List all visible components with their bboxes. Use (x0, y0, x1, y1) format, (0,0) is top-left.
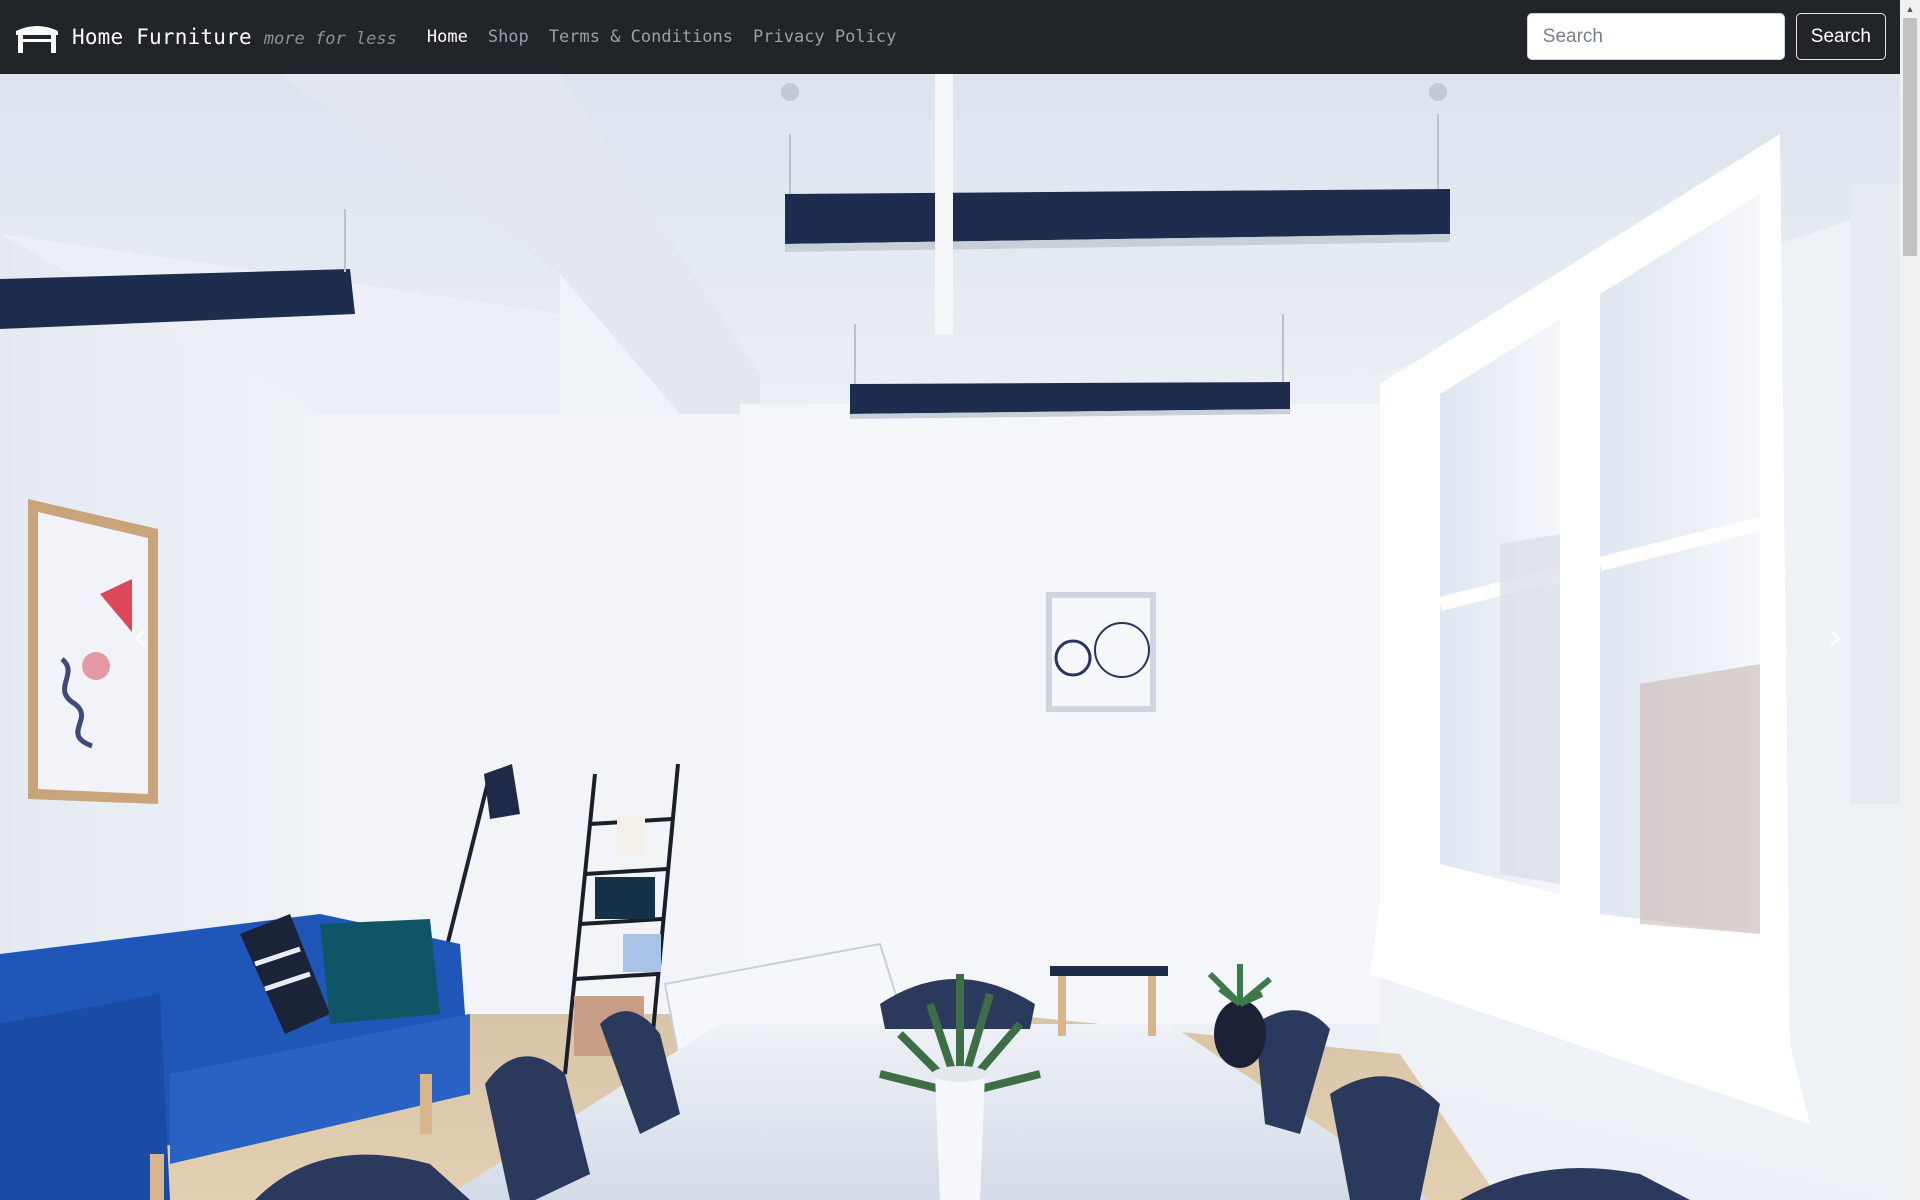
brand-name[interactable]: Home Furniture (72, 25, 252, 49)
hero-carousel: ‹ › (0, 74, 1900, 1200)
brand-tagline: more for less (263, 28, 397, 49)
search-form: Search (1526, 13, 1886, 60)
carousel-prev-button[interactable]: ‹ (55, 74, 225, 1200)
search-button[interactable]: Search (1795, 13, 1886, 60)
chevron-left-icon: ‹ (132, 614, 148, 660)
table-icon (16, 26, 58, 53)
nav-link-shop[interactable]: Shop (488, 27, 529, 47)
chevron-right-icon: › (1827, 614, 1843, 660)
nav-link-privacy[interactable]: Privacy Policy (753, 27, 896, 47)
scroll-up-arrow-icon[interactable]: ▲ (1900, 0, 1920, 18)
nav-link-home[interactable]: Home (427, 27, 468, 47)
nav-links: Home Shop Terms & Conditions Privacy Pol… (427, 27, 916, 47)
search-input[interactable] (1526, 13, 1785, 60)
carousel-next-button[interactable]: › (1750, 74, 1900, 1200)
nav-link-terms[interactable]: Terms & Conditions (549, 27, 733, 47)
hero-slide-image (0, 74, 1900, 1200)
page-scrollbar[interactable]: ▲ (1900, 0, 1920, 1200)
scroll-thumb[interactable] (1903, 18, 1917, 256)
navbar: Home Furniture more for less Home Shop T… (0, 0, 1900, 74)
brand[interactable]: Home Furniture more for less (14, 19, 397, 55)
